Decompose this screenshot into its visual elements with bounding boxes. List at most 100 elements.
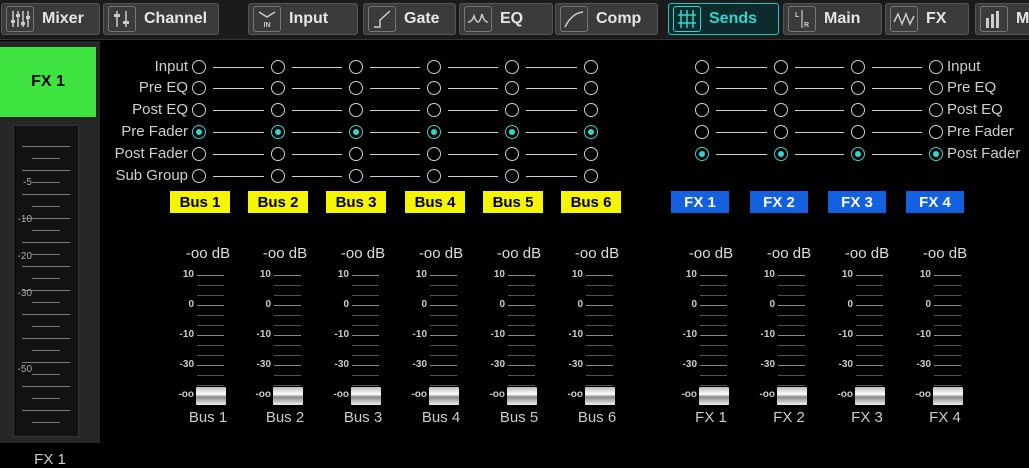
bus-send-radio[interactable] <box>271 169 285 183</box>
tab-mixer[interactable]: Mixer <box>1 3 100 35</box>
tab-input[interactable]: IN Input <box>248 3 358 35</box>
bus-send-radio[interactable] <box>192 81 206 95</box>
bus-send-radio[interactable] <box>427 169 441 183</box>
fx-send-radio[interactable] <box>774 60 788 74</box>
fx-send-radio[interactable] <box>929 103 943 117</box>
send-fader[interactable]: 10 0 -10 -30 -oo <box>479 267 559 405</box>
fx-send-radio[interactable] <box>929 147 943 161</box>
bus-button[interactable]: Bus 2 <box>248 191 308 213</box>
fx-send-radio[interactable] <box>851 125 865 139</box>
bus-button[interactable]: Bus 6 <box>561 191 621 213</box>
bus-send-radio[interactable] <box>427 103 441 117</box>
tab-gate[interactable]: Gate <box>363 3 456 35</box>
bus-send-radio[interactable] <box>584 81 598 95</box>
bus-send-radio[interactable] <box>505 147 519 161</box>
bus-send-radio[interactable] <box>192 60 206 74</box>
bus-send-radio[interactable] <box>505 60 519 74</box>
bus-send-radio[interactable] <box>427 125 441 139</box>
fader-knob[interactable] <box>585 387 615 405</box>
fader-knob[interactable] <box>429 387 459 405</box>
fader-knob[interactable] <box>777 387 807 405</box>
bus-send-radio[interactable] <box>505 81 519 95</box>
fader-knob[interactable] <box>507 387 537 405</box>
tab-comp[interactable]: Comp <box>555 3 658 35</box>
bus-send-radio[interactable] <box>192 147 206 161</box>
send-fader[interactable]: 10 0 -10 -30 -oo <box>323 267 403 405</box>
bus-send-radio[interactable] <box>349 147 363 161</box>
fader-knob[interactable] <box>699 387 729 405</box>
fader-knob[interactable] <box>196 387 226 405</box>
bus-send-radio[interactable] <box>192 169 206 183</box>
send-fader[interactable]: 10 0 -10 -30 -oo <box>168 267 248 405</box>
tab-fx[interactable]: FX <box>885 3 969 35</box>
bus-send-radio[interactable] <box>271 125 285 139</box>
fader-knob[interactable] <box>855 387 885 405</box>
bus-send-radio[interactable] <box>427 81 441 95</box>
bus-send-radio[interactable] <box>584 103 598 117</box>
fader-label: FX 2 <box>773 409 805 426</box>
tab-eq[interactable]: EQ <box>459 3 553 35</box>
fx-send-radio[interactable] <box>695 147 709 161</box>
bus-send-radio[interactable] <box>349 81 363 95</box>
send-fader[interactable]: 10 0 -10 -30 -oo <box>557 267 637 405</box>
bus-send-radio[interactable] <box>271 81 285 95</box>
bus-send-radio[interactable] <box>349 169 363 183</box>
fx-send-radio[interactable] <box>695 81 709 95</box>
fx-send-radio[interactable] <box>774 147 788 161</box>
fader-knob[interactable] <box>351 387 381 405</box>
fx-send-radio[interactable] <box>929 125 943 139</box>
fx-send-radio[interactable] <box>851 81 865 95</box>
bus-send-radio[interactable] <box>505 103 519 117</box>
send-fader[interactable]: 10 0 -10 -30 -oo <box>401 267 481 405</box>
fader-scale-label: -oo <box>255 389 271 400</box>
fx-send-radio[interactable] <box>929 60 943 74</box>
bus-send-radio[interactable] <box>192 125 206 139</box>
fx-send-radio[interactable] <box>774 125 788 139</box>
bus-send-radio[interactable] <box>349 103 363 117</box>
bus-send-radio[interactable] <box>584 147 598 161</box>
fx-send-radio[interactable] <box>695 103 709 117</box>
fx-send-button[interactable]: FX 1 <box>671 191 729 213</box>
fx-send-radio[interactable] <box>851 103 865 117</box>
tab-m[interactable]: M <box>975 3 1029 35</box>
fx-send-radio[interactable] <box>851 60 865 74</box>
tab-channel[interactable]: Channel <box>103 3 219 35</box>
send-fader[interactable]: 10 0 -10 -30 -oo <box>671 267 751 405</box>
bus-send-radio[interactable] <box>271 147 285 161</box>
bus-send-radio[interactable] <box>427 147 441 161</box>
channel-name-button[interactable]: FX 1 <box>0 47 96 117</box>
fx-send-radio[interactable] <box>695 125 709 139</box>
fx-send-radio[interactable] <box>851 147 865 161</box>
send-fader[interactable]: 10 0 -10 -30 -oo <box>905 267 985 405</box>
bus-send-radio[interactable] <box>584 125 598 139</box>
bus-send-radio[interactable] <box>271 60 285 74</box>
bus-button[interactable]: Bus 3 <box>326 191 386 213</box>
bus-button[interactable]: Bus 4 <box>405 191 465 213</box>
bus-send-radio[interactable] <box>349 125 363 139</box>
bus-send-radio[interactable] <box>584 60 598 74</box>
fx-send-radio[interactable] <box>929 81 943 95</box>
bus-send-radio[interactable] <box>505 169 519 183</box>
fader-knob[interactable] <box>273 387 303 405</box>
bus-button[interactable]: Bus 5 <box>483 191 543 213</box>
tab-main[interactable]: L R Main <box>783 3 882 35</box>
bus-send-radio[interactable] <box>192 103 206 117</box>
fx-send-radio[interactable] <box>695 60 709 74</box>
bus-send-radio[interactable] <box>505 125 519 139</box>
bus-send-radio[interactable] <box>427 60 441 74</box>
tab-sends[interactable]: Sends <box>668 3 779 35</box>
fx-send-button[interactable]: FX 3 <box>828 191 886 213</box>
bus-send-radio[interactable] <box>349 60 363 74</box>
fx-send-radio[interactable] <box>774 103 788 117</box>
bus-send-radio[interactable] <box>271 103 285 117</box>
fx-send-radio[interactable] <box>774 81 788 95</box>
fx-send-button[interactable]: FX 2 <box>750 191 808 213</box>
send-fader[interactable]: 10 0 -10 -30 -oo <box>827 267 907 405</box>
channel-fader-strip[interactable]: -5 -10 -20 -30 -50 <box>13 125 79 437</box>
send-fader[interactable]: 10 0 -10 -30 -oo <box>749 267 829 405</box>
fx-send-button[interactable]: FX 4 <box>906 191 964 213</box>
bus-send-radio[interactable] <box>584 169 598 183</box>
fader-knob[interactable] <box>933 387 963 405</box>
send-fader[interactable]: 10 0 -10 -30 -oo <box>245 267 325 405</box>
bus-button[interactable]: Bus 1 <box>170 191 230 213</box>
